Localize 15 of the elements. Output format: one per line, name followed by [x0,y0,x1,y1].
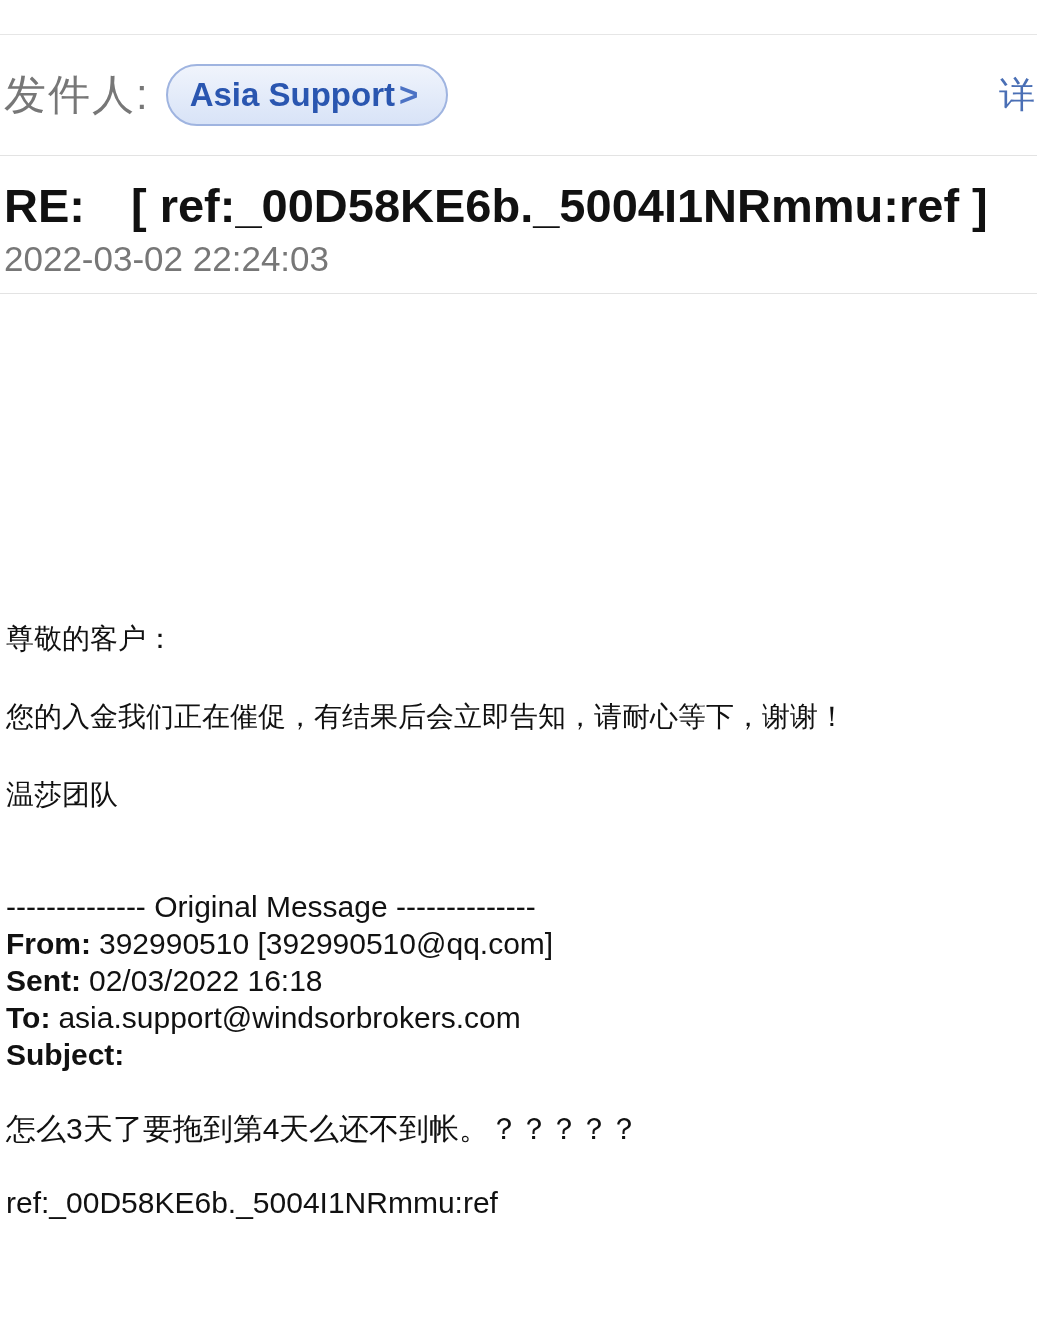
header-field: Subject: [6,1036,1037,1073]
header-field: To: asia.support@windsorbrokers.com [6,999,1037,1036]
email-date: 2022-03-02 22:24:03 [4,239,330,279]
header-field: Sent: 02/03/2022 16:18 [6,962,1037,999]
email-subject: RE: [ ref:_00D58KE6b._5004I1NRmmu:ref ] [4,178,989,233]
quoted-paragraph: ref:_00D58KE6b._5004I1NRmmu:ref [6,1185,499,1221]
quoted-paragraph: 怎么3天了要拖到第4天么还不到帐。？？？？？ [6,1111,641,1147]
details-link[interactable]: 详 [999,70,1037,120]
sender-label: 发件人: [4,70,150,120]
header-field: From: 392990510 [392990510@qq.com] [6,925,1037,962]
body-paragraph: 温莎团队 [6,780,119,810]
body-paragraph: 您的入金我们正在催促，有结果后会立即告知，请耐心等下，谢谢！ [6,702,847,732]
original-message-separator: -------------- Original Message -------------- [6,889,537,925]
sender-chip[interactable]: Asia Support> [165,64,449,126]
body-paragraph: 尊敬的客户： [6,624,175,654]
